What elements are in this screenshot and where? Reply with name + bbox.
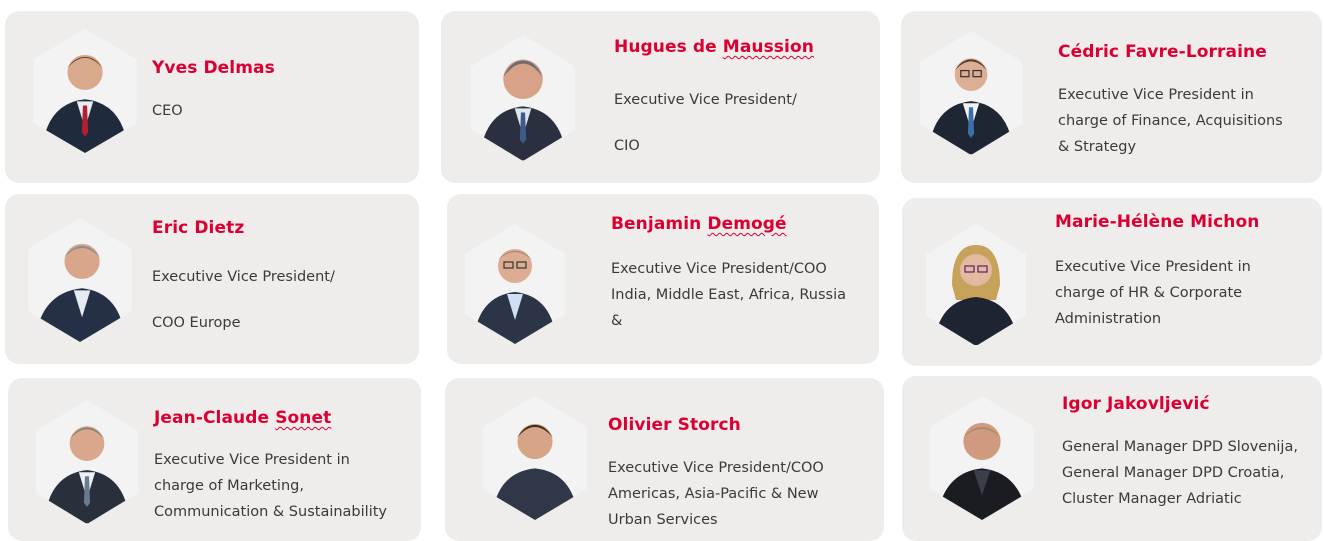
- person-name: Jean-Claude Sonet: [154, 408, 332, 428]
- person-card: Eric Dietz Executive Vice President/COO …: [5, 194, 419, 364]
- person-role: Executive Vice President in charge of Fin…: [1058, 87, 1283, 155]
- portrait-photo: [483, 396, 587, 520]
- person-role: Executive Vice President/CIO: [614, 92, 797, 154]
- portrait-photo: [926, 224, 1026, 346]
- person-role: CEO: [152, 103, 183, 119]
- person-name: Yves Delmas: [152, 58, 275, 78]
- person-card: Hugues de Maussion Executive Vice Presid…: [441, 11, 880, 183]
- person-card: Olivier Storch Executive Vice President/…: [445, 378, 884, 541]
- person-role: General Manager DPD Slovenija, General Ma…: [1062, 439, 1298, 507]
- person-card: Jean-Claude Sonet Executive Vice Preside…: [8, 378, 421, 541]
- person-name: Olivier Storch: [608, 415, 741, 435]
- portrait-photo: [32, 29, 138, 153]
- person-role: Executive Vice President/COO Americas, As…: [608, 460, 824, 528]
- person-role: Executive Vice President in charge of HR …: [1055, 259, 1251, 327]
- person-card: Cédric Favre-Lorraine Executive Vice Pre…: [901, 11, 1322, 183]
- portrait-photo: [465, 224, 565, 344]
- person-card: Marie-Hélène Michon Executive Vice Presi…: [902, 198, 1322, 366]
- person-role: Executive Vice President/COO Europe: [152, 269, 335, 331]
- portrait-photo: [36, 400, 138, 524]
- person-name: Igor Jakovljević: [1062, 394, 1210, 414]
- person-role: Executive Vice President/COO India, Middl…: [611, 261, 847, 329]
- person-name: Benjamin Demogé: [611, 214, 787, 234]
- portrait-photo: [920, 31, 1022, 155]
- person-card: Igor Jakovljević General Manager DPD Slo…: [902, 376, 1322, 541]
- portrait-photo: [471, 35, 575, 161]
- person-card: Yves Delmas CEO: [5, 11, 419, 183]
- person-name: Eric Dietz: [152, 218, 245, 238]
- person-name: Cédric Favre-Lorraine: [1058, 42, 1267, 62]
- person-card: Benjamin Demogé Executive Vice President…: [447, 194, 879, 364]
- person-name: Marie-Hélène Michon: [1055, 212, 1260, 232]
- portrait-photo: [28, 218, 132, 342]
- person-name: Hugues de Maussion: [614, 37, 814, 57]
- portrait-photo: [930, 396, 1034, 520]
- person-role: Executive Vice President in charge of Mar…: [154, 452, 387, 520]
